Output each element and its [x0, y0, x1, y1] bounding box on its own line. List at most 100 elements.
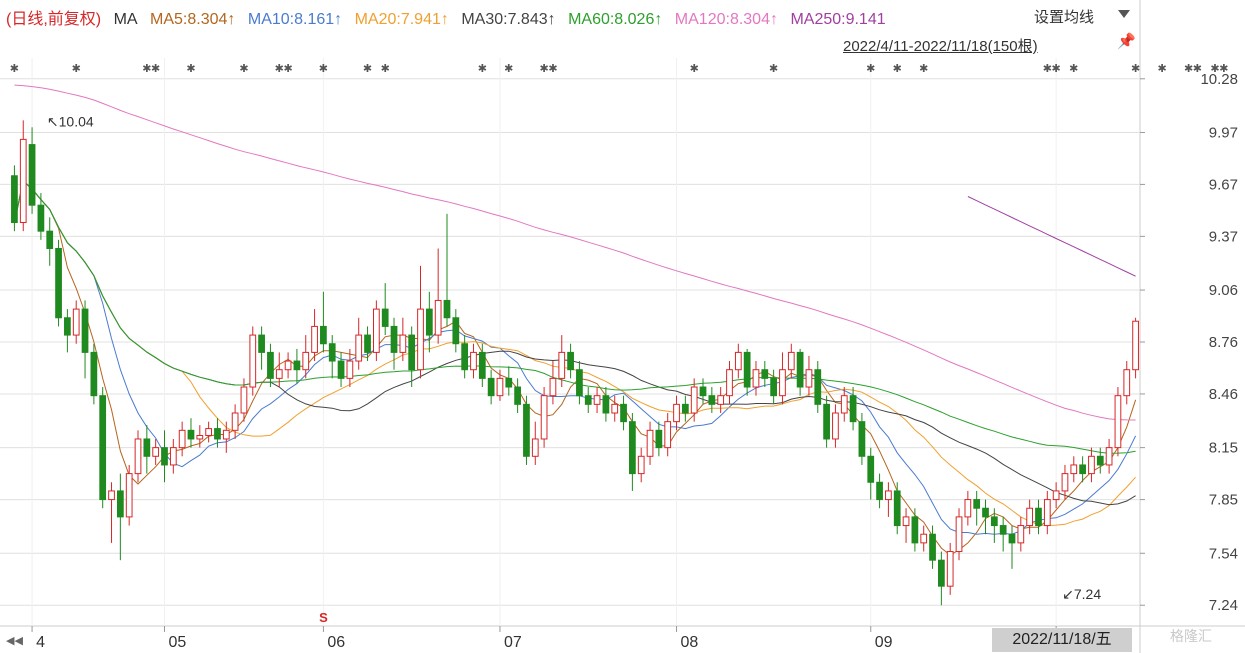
candle-body	[690, 386, 698, 414]
candle-body	[1096, 455, 1104, 466]
candle-body	[814, 369, 822, 405]
candle-body	[920, 533, 928, 544]
candle-body	[134, 438, 142, 475]
candlestick-chart[interactable]: 10.289.979.679.379.068.768.468.157.857.5…	[0, 0, 1245, 653]
pin-icon[interactable]: 📌	[1117, 32, 1136, 50]
candle-body	[584, 395, 592, 405]
candle-body	[1043, 499, 1051, 527]
candle-body	[1070, 464, 1078, 475]
candle-body	[540, 395, 548, 440]
candle-body	[1052, 490, 1060, 501]
chevron-down-icon[interactable]	[1118, 10, 1130, 18]
y-tick-label: 8.46	[1209, 386, 1238, 403]
candle-body	[364, 334, 371, 353]
candle-body	[108, 490, 115, 501]
set-ma-button[interactable]: 设置均线	[1034, 6, 1094, 27]
ma10-value: MA10:8.161↑	[247, 11, 343, 28]
event-marker-icon: ✱	[151, 62, 160, 75]
candle-body	[1026, 507, 1034, 527]
x-tick-label: 06	[327, 634, 345, 651]
candle-body	[752, 369, 760, 388]
candle-body	[726, 369, 733, 397]
candle-body	[1105, 447, 1113, 466]
candle-body	[346, 360, 354, 379]
candle-body	[576, 369, 583, 397]
candle-body	[990, 516, 998, 527]
candle-body	[240, 386, 248, 414]
event-marker-icon: ✱	[186, 62, 195, 75]
candle-body	[81, 308, 89, 353]
event-marker-icon: ✱	[1052, 62, 1061, 75]
candle-body	[840, 395, 848, 414]
ma60-line	[13, 180, 1136, 454]
event-marker-icon: ✱	[769, 62, 778, 75]
candle-body	[523, 403, 530, 457]
ma60-value: MA60:8.026↑	[568, 11, 663, 28]
y-tick-label: 8.76	[1209, 334, 1238, 351]
candle-body	[390, 325, 398, 353]
candle-body	[178, 429, 186, 449]
candle-body	[1035, 507, 1042, 527]
candle-body	[602, 395, 610, 414]
candle-body	[1017, 525, 1025, 544]
candle-body	[381, 308, 389, 327]
candle-body	[372, 308, 380, 353]
candle-body	[911, 516, 919, 544]
candle-body	[205, 428, 213, 437]
event-marker-icon: ✱	[893, 62, 902, 75]
ma10-line	[13, 180, 1137, 535]
date-range-label[interactable]: 2022/4/11-2022/11/18(150根)	[843, 35, 1038, 56]
candle-body	[770, 377, 778, 397]
candle-body	[982, 507, 989, 518]
candle-body	[99, 395, 107, 501]
y-tick-label: 7.24	[1209, 597, 1238, 614]
scroll-left-icon[interactable]: ◀◀	[6, 634, 23, 647]
candle-body	[90, 351, 98, 397]
candle-body	[743, 351, 751, 388]
candle-body	[443, 299, 451, 319]
candle-body	[531, 438, 539, 457]
candle-body	[284, 360, 292, 371]
candle-body	[125, 473, 133, 518]
candle-body	[1079, 464, 1086, 475]
ma30-value: MA30:7.843↑	[461, 11, 556, 28]
candle-body	[1123, 369, 1131, 397]
x-tick-label: 4	[36, 634, 45, 651]
candle-body	[867, 455, 875, 483]
candle-body	[222, 429, 230, 440]
candle-body	[116, 490, 124, 518]
candle-body	[796, 351, 804, 388]
candle-body	[152, 447, 160, 457]
candle-body	[946, 551, 954, 587]
candle-body	[1114, 395, 1122, 449]
event-marker-icon: ✱	[363, 62, 372, 75]
event-marker-icon: ✱	[504, 62, 513, 75]
candle-body	[646, 429, 654, 457]
x-tick-label: 08	[681, 634, 699, 651]
candle-body	[28, 144, 36, 206]
event-marker-icon: ✱	[478, 62, 487, 75]
candle-body	[664, 421, 672, 449]
candle-body	[567, 351, 574, 371]
candle-body	[761, 369, 769, 379]
period-label: (日线,前复权)	[6, 11, 102, 28]
event-marker-icon: ✱	[1157, 62, 1166, 75]
candle-body	[196, 435, 204, 440]
candle-body	[1088, 455, 1095, 475]
candle-body	[72, 308, 80, 336]
candle-body	[937, 559, 945, 587]
price-annotation: ↙7.24	[1062, 586, 1101, 602]
ma120-value: MA120:8.304↑	[674, 11, 778, 28]
kline-chart-panel: 10.28 9.97 9.67 9.37 9.06 8.76 8.46 8.15 7.85 7.5…	[0, 0, 1245, 653]
candle-body	[55, 247, 62, 319]
x-tick-label: 05	[168, 634, 186, 651]
candle-body	[805, 369, 813, 388]
candle-body	[673, 403, 680, 423]
candle-body	[955, 516, 963, 553]
candle-body	[505, 377, 513, 388]
candle-body	[425, 308, 433, 336]
candle-body	[187, 429, 195, 440]
x-tick-label: 07	[504, 634, 522, 651]
candle-body	[214, 428, 221, 440]
event-marker-icon: ✱	[866, 62, 875, 75]
